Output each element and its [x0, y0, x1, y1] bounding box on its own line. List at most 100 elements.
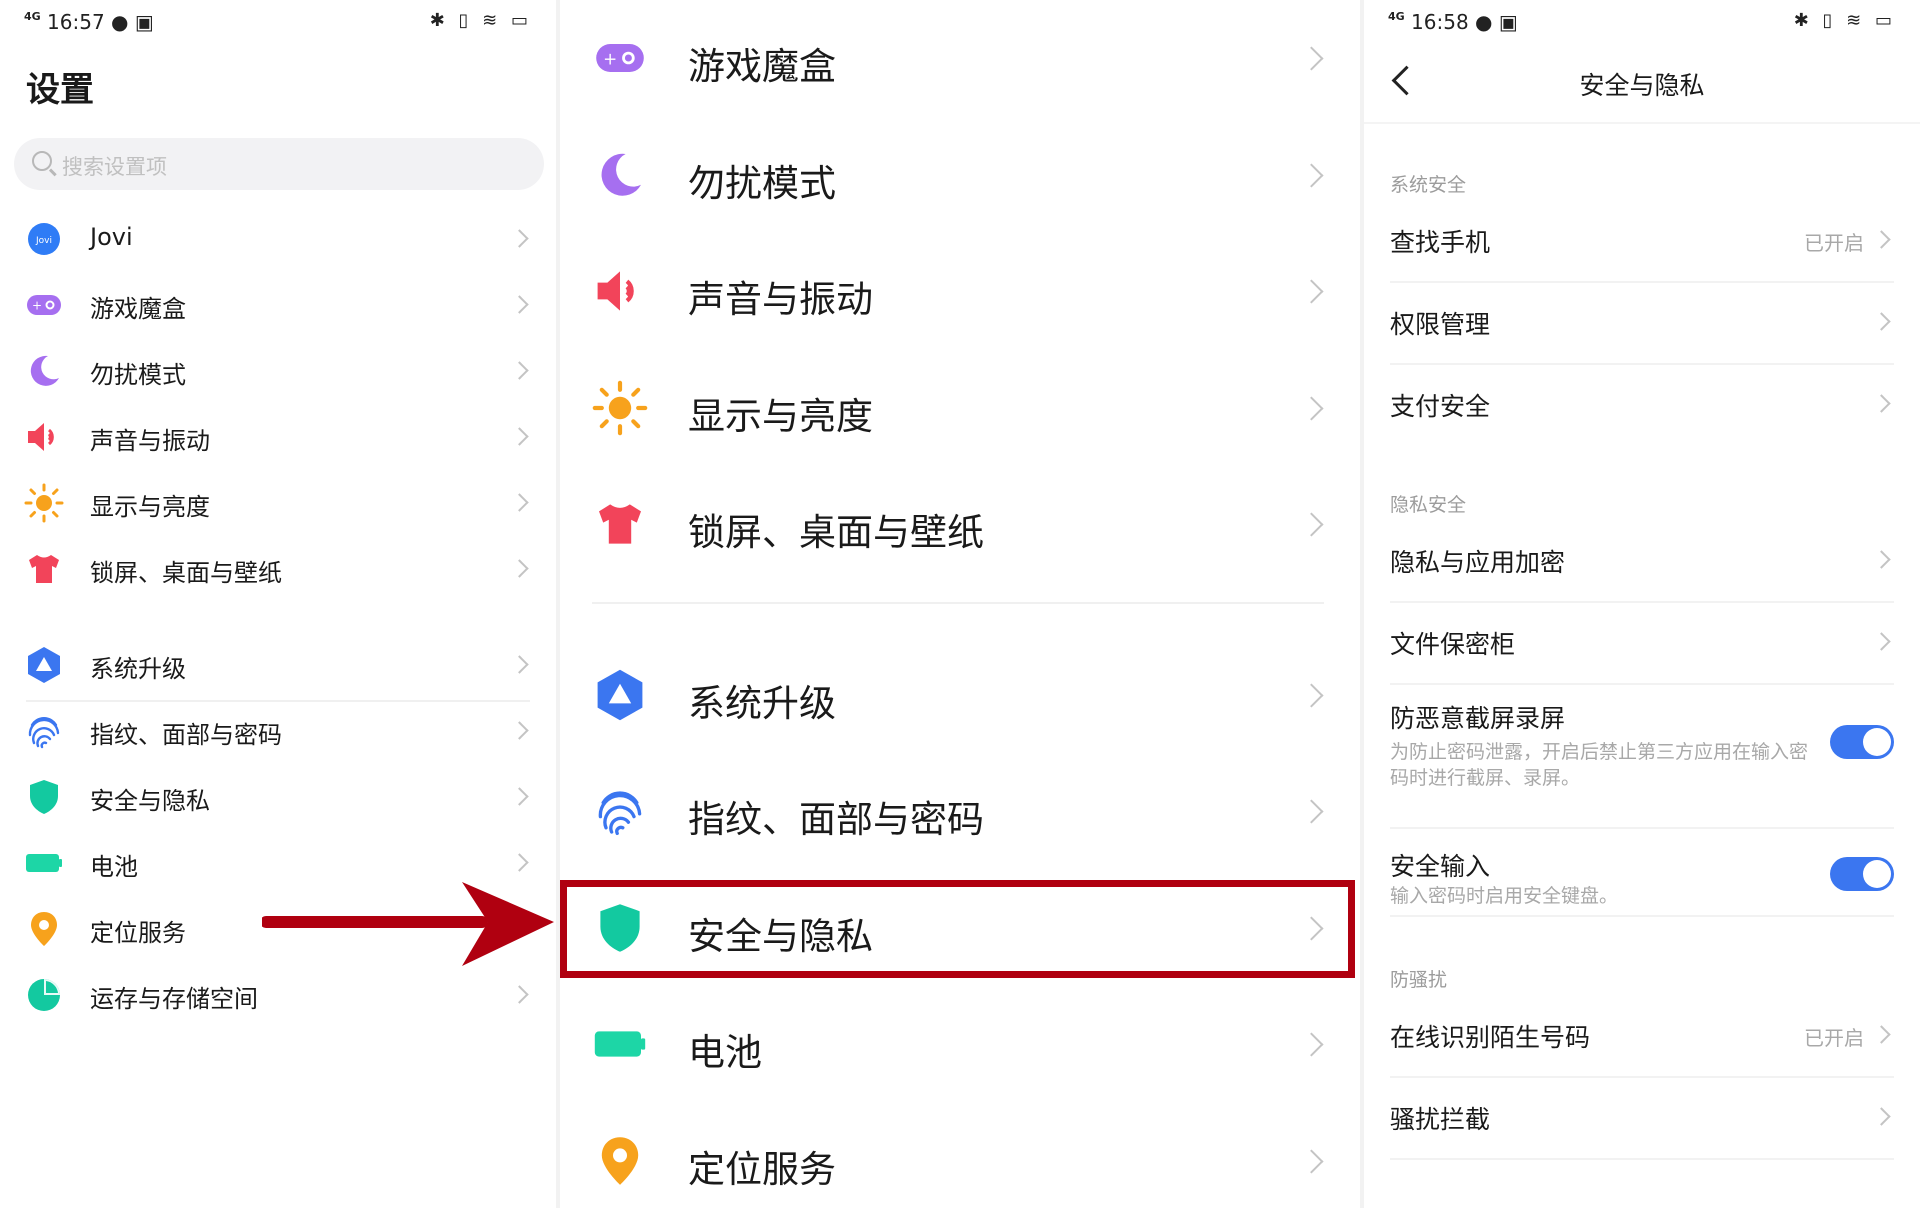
moon-icon	[24, 351, 64, 391]
online-caller-id-row[interactable]: 在线识别陌生号码 已开启	[1390, 994, 1894, 1078]
gamepad-icon: +	[24, 285, 64, 325]
shirt-icon	[592, 496, 648, 552]
gamepad-icon: +	[592, 30, 648, 86]
upgrade-icon	[592, 667, 648, 723]
settings-item-label: 安全与隐私	[90, 787, 210, 815]
svg-text:+: +	[603, 48, 617, 68]
chevron-right-icon	[1299, 162, 1324, 188]
settings-item-6[interactable]: 系统升级	[560, 637, 1360, 753]
settings-item-10[interactable]: 定位服务	[560, 1103, 1360, 1208]
settings-item-label: 显示与亮度	[688, 394, 873, 438]
network-indicator: 4G	[24, 10, 41, 23]
section-header-privacy: 隐私安全	[1390, 494, 1467, 516]
storage-pie-icon	[24, 975, 64, 1015]
anti-screenshot-toggle[interactable]	[1830, 725, 1894, 759]
settings-item-2[interactable]: 勿扰模式	[560, 117, 1360, 233]
speaker-icon	[592, 263, 648, 319]
settings-item-5[interactable]: 锁屏、桌面与壁纸	[560, 466, 1360, 582]
chevron-right-icon	[1872, 1107, 1891, 1126]
search-placeholder: 搜索设置项	[62, 155, 167, 179]
payment-security-row[interactable]: 支付安全	[1390, 363, 1894, 445]
settings-item-label: 指纹、面部与密码	[90, 721, 282, 749]
settings-item-label: 锁屏、桌面与壁纸	[90, 559, 282, 587]
row-label: 文件保密柜	[1390, 630, 1516, 659]
row-label: 安全输入	[1390, 852, 1491, 881]
row-label: 隐私与应用加密	[1390, 548, 1566, 577]
find-phone-row[interactable]: 查找手机 已开启	[1390, 199, 1894, 283]
row-label: 权限管理	[1390, 310, 1491, 339]
chevron-right-icon	[510, 493, 529, 512]
jovi-icon: Jovi	[24, 219, 64, 259]
app-encryption-row[interactable]: 隐私与应用加密	[1390, 519, 1894, 603]
chevron-right-icon	[510, 655, 529, 674]
page-title: 安全与隐私	[1579, 71, 1705, 100]
chevron-right-icon	[1299, 1148, 1324, 1174]
settings-item-4[interactable]: 显示与亮度	[560, 350, 1360, 466]
moon-icon	[592, 147, 648, 203]
status-bar: 4G 16:58 ● ▣ ✱ ▯ ≋ ▭	[1388, 10, 1896, 34]
chevron-right-icon	[510, 853, 529, 872]
highlight-box	[560, 880, 1355, 978]
page-title: 设置	[26, 70, 94, 110]
row-label: 支付安全	[1390, 392, 1491, 421]
location-pin-icon	[592, 1133, 648, 1189]
settings-item-1[interactable]: + 游戏魔盒	[560, 0, 1360, 116]
chevron-right-icon	[510, 787, 529, 806]
row-label: 在线识别陌生号码	[1390, 1023, 1591, 1052]
divider	[592, 602, 1324, 604]
settings-item-9[interactable]: 电池	[560, 986, 1360, 1102]
security-privacy-panel: 4G 16:58 ● ▣ ✱ ▯ ≋ ▭ 安全与隐私 系统安全 查找手机 已开启…	[1364, 0, 1920, 1208]
row-label: 防恶意截屏录屏	[1390, 704, 1566, 733]
sun-icon	[24, 483, 64, 523]
chevron-right-icon	[1299, 46, 1324, 71]
chevron-right-icon	[510, 559, 529, 578]
chevron-right-icon	[1872, 394, 1891, 413]
divider	[26, 700, 530, 702]
settings-item-label: 游戏魔盒	[90, 295, 186, 323]
settings-item-label: 电池	[688, 1031, 762, 1074]
header-divider	[1364, 122, 1920, 124]
chevron-right-icon	[510, 427, 529, 446]
sun-icon	[592, 380, 648, 436]
settings-item-label: 显示与亮度	[90, 493, 210, 521]
permissions-row[interactable]: 权限管理	[1390, 281, 1894, 365]
row-description: 输入密码时启用安全键盘。	[1390, 885, 1619, 907]
status-time: 16:57	[47, 10, 105, 34]
settings-item-label: 指纹、面部与密码	[688, 798, 984, 841]
search-icon	[32, 151, 52, 171]
chevron-right-icon	[1299, 279, 1324, 304]
harassment-block-row[interactable]: 骚扰拦截	[1390, 1076, 1894, 1160]
chevron-right-icon	[1299, 395, 1324, 421]
secure-input-toggle[interactable]	[1830, 857, 1894, 891]
chevron-right-icon	[510, 985, 529, 1004]
search-input[interactable]: 搜索设置项	[14, 138, 544, 190]
row-description: 为防止密码泄露，开启后禁止第三方应用在输入密码时进行截屏、录屏。	[1390, 741, 1809, 789]
settings-item-label: 系统升级	[688, 681, 836, 725]
secure-input-row: 安全输入 输入密码时启用安全键盘。	[1390, 833, 1894, 917]
network-indicator: 4G	[1388, 10, 1405, 23]
chevron-right-icon	[1872, 1025, 1891, 1044]
settings-item-label: Jovi	[90, 223, 133, 251]
chevron-right-icon	[1299, 799, 1324, 824]
speaker-icon	[24, 417, 64, 457]
file-safe-row[interactable]: 文件保密柜	[1390, 601, 1894, 685]
svg-text:+: +	[32, 299, 42, 313]
settings-item-3[interactable]: 声音与振动	[560, 233, 1360, 349]
settings-item-label: 勿扰模式	[688, 161, 836, 205]
status-icons: ✱ ▯ ≋ ▭	[1793, 10, 1896, 31]
settings-item-7[interactable]: 指纹、面部与密码	[560, 753, 1360, 869]
settings-item-6[interactable]: 锁屏、桌面与壁纸	[0, 529, 556, 609]
settings-item-label: 系统升级	[90, 655, 186, 683]
chevron-right-icon	[1299, 512, 1324, 537]
svg-text:Jovi: Jovi	[35, 236, 52, 246]
settings-item-label: 定位服务	[688, 1147, 836, 1191]
fingerprint-icon	[592, 783, 648, 839]
settings-item-label: 运存与存储空间	[90, 985, 258, 1013]
fingerprint-icon	[24, 711, 64, 751]
anti-screenshot-row: 防恶意截屏录屏 为防止密码泄露，开启后禁止第三方应用在输入密码时进行截屏、录屏。	[1390, 685, 1894, 829]
location-pin-icon	[24, 909, 64, 949]
status-icons: ✱ ▯ ≋ ▭	[429, 10, 532, 31]
row-value: 已开启	[1804, 231, 1864, 255]
upgrade-icon	[24, 645, 64, 685]
chevron-right-icon	[1872, 632, 1891, 651]
